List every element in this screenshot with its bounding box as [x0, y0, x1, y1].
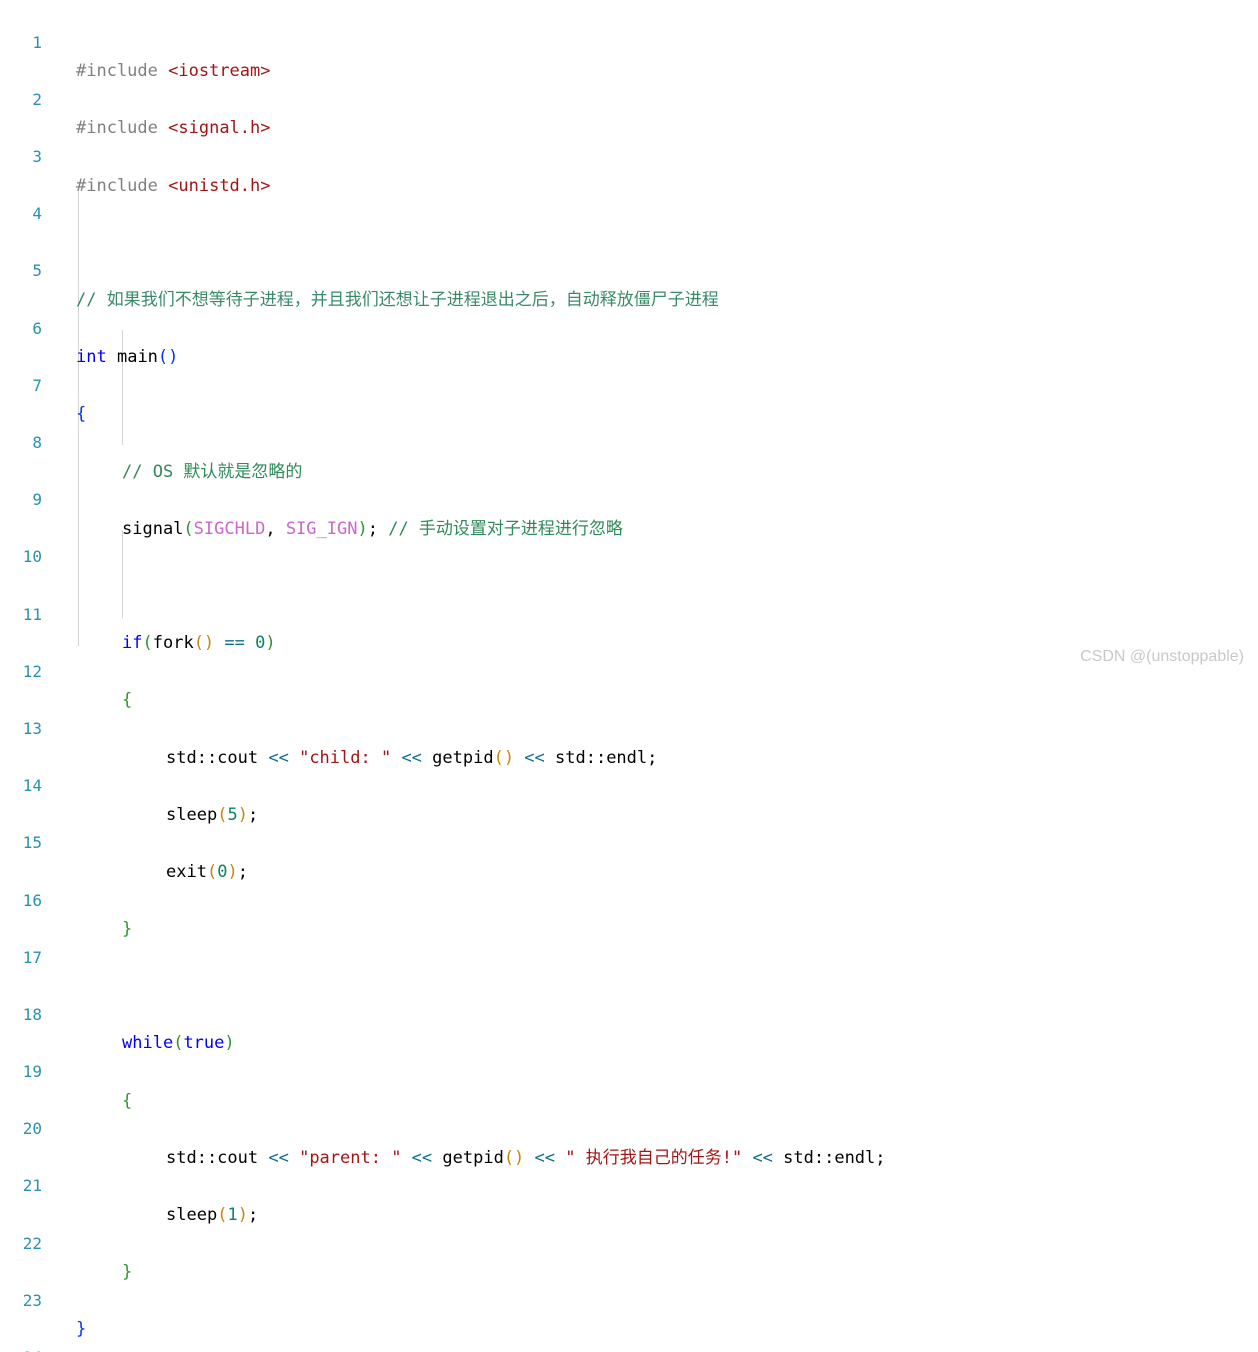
code-line[interactable]: 16 }	[0, 858, 1258, 940]
code-line[interactable]: 18 while(true)	[0, 972, 1258, 1054]
line-number: 23	[22, 1290, 42, 1310]
line-number: 19	[22, 1062, 42, 1082]
line-number: 24	[0, 1344, 42, 1352]
line-number: 22	[22, 1233, 42, 1253]
code-line[interactable]: 13 std::cout << "child: " << getpid() <<…	[0, 686, 1258, 768]
line-number: 14	[22, 776, 42, 796]
code-line[interactable]: 21 sleep(1);	[0, 1144, 1258, 1225]
code-line[interactable]: 19 {	[0, 1029, 1258, 1111]
code-line[interactable]: 23 }	[0, 1258, 1258, 1340]
code-line[interactable]: 7 {	[0, 343, 1258, 425]
code-line[interactable]: 17	[0, 915, 1258, 967]
line-number: 21	[22, 1176, 42, 1196]
code-lines: 1 #include <iostream> 2 #include <signal…	[0, 0, 1258, 1352]
code-line[interactable]: 11 if(fork() == 0)	[0, 572, 1258, 654]
line-number: 9	[32, 490, 42, 510]
line-number: 7	[32, 375, 42, 395]
line-number: 2	[32, 89, 42, 109]
line-number: 10	[22, 547, 42, 567]
code-line[interactable]: 15 exit(0);	[0, 801, 1258, 882]
csdn-watermark: CSDN @(unstoppable)	[1080, 648, 1244, 665]
code-line[interactable]: 14 sleep(5);	[0, 744, 1258, 825]
line-number: 4	[32, 204, 42, 224]
line-number: 6	[32, 318, 42, 338]
line-number: 16	[22, 890, 42, 910]
line-number: 17	[22, 947, 42, 967]
code-line[interactable]: 3 #include <unistd.h>	[0, 114, 1258, 196]
code-line[interactable]: 22 }	[0, 1201, 1258, 1283]
code-line[interactable]: 24	[0, 1315, 1258, 1352]
code-line[interactable]: 8 // OS 默认就是忽略的	[0, 400, 1258, 482]
line-number: 12	[22, 661, 42, 681]
code-line[interactable]: 6 int main()	[0, 286, 1258, 368]
line-number: 11	[22, 604, 42, 624]
code-line[interactable]: 2 #include <signal.h>	[0, 57, 1258, 139]
code-line[interactable]: 12 {	[0, 629, 1258, 711]
code-line[interactable]: 9 signal(SIGCHLD, SIG_IGN); // 手动设置对子进程进…	[0, 458, 1258, 539]
code-editor[interactable]: 1 #include <iostream> 2 #include <signal…	[0, 0, 1258, 1352]
line-number: 3	[32, 146, 42, 166]
code-line[interactable]: 10	[0, 515, 1258, 566]
code-line[interactable]: 20 std::cout << "parent: " << getpid() <…	[0, 1087, 1258, 1168]
line-number: 18	[22, 1004, 42, 1024]
line-number: 20	[22, 1119, 42, 1139]
line-number: 13	[22, 718, 42, 738]
line-number: 5	[32, 261, 42, 281]
code-line[interactable]: 1 #include <iostream>	[0, 0, 1258, 82]
code-line[interactable]: 4	[0, 172, 1258, 223]
code-line[interactable]: 5 // 如果我们不想等待子进程，并且我们还想让子进程退出之后，自动释放僵尸子进…	[0, 229, 1258, 310]
line-number: 15	[22, 833, 42, 853]
line-number: 1	[32, 32, 42, 52]
line-number: 8	[32, 432, 42, 452]
